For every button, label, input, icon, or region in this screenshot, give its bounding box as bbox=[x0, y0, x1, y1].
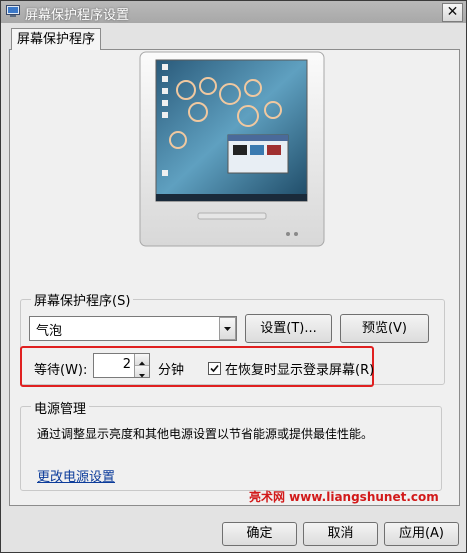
power-group-legend: 电源管理 bbox=[31, 398, 90, 417]
settings-button[interactable]: 设置(T)... bbox=[245, 314, 332, 343]
checkmark-icon bbox=[210, 364, 219, 373]
apply-button[interactable]: 应用(A) bbox=[384, 522, 459, 546]
stepper-up-icon[interactable] bbox=[135, 354, 149, 366]
power-description: 通过调整显示亮度和其他电源设置以节省能源或提供最佳性能。 bbox=[37, 427, 374, 441]
resume-login-label[interactable]: 在恢复时显示登录屏幕(R) bbox=[225, 359, 374, 378]
stepper-down-icon[interactable] bbox=[135, 366, 149, 378]
screensaver-group-legend: 屏幕保护程序(S) bbox=[31, 290, 134, 309]
preview-button[interactable]: 预览(V) bbox=[340, 314, 429, 343]
wait-label: 等待(W): bbox=[34, 363, 88, 378]
close-button[interactable]: ✕ bbox=[442, 3, 463, 22]
change-power-settings-link[interactable]: 更改电源设置 bbox=[37, 466, 115, 485]
window-title: 屏幕保护程序设置 bbox=[25, 8, 130, 23]
stepper-buttons bbox=[134, 354, 149, 378]
resume-login-checkbox[interactable] bbox=[208, 362, 221, 375]
wait-unit-label: 分钟 bbox=[158, 363, 185, 378]
chevron-down-icon[interactable] bbox=[219, 317, 236, 340]
monitor-icon bbox=[6, 5, 20, 17]
cancel-button[interactable]: 取消 bbox=[303, 522, 378, 546]
screensaver-settings-dialog: 屏幕保护程序设置 ✕ 屏幕保护程序 屏幕保护程序(S) 气泡 设置(T)... … bbox=[0, 0, 467, 553]
title-bar: 屏幕保护程序设置 ✕ bbox=[1, 1, 466, 23]
ok-button[interactable]: 确定 bbox=[222, 522, 297, 546]
screensaver-select[interactable]: 气泡 bbox=[29, 316, 237, 341]
screensaver-select-value: 气泡 bbox=[36, 324, 63, 339]
watermark-text: 亮术网 www.liangshunet.com bbox=[249, 490, 439, 504]
tab-screensaver[interactable]: 屏幕保护程序 bbox=[11, 28, 101, 50]
screensaver-preview-monitor bbox=[139, 51, 325, 247]
wait-minutes-value: 2 bbox=[122, 357, 131, 372]
wait-minutes-stepper[interactable]: 2 bbox=[93, 353, 150, 378]
